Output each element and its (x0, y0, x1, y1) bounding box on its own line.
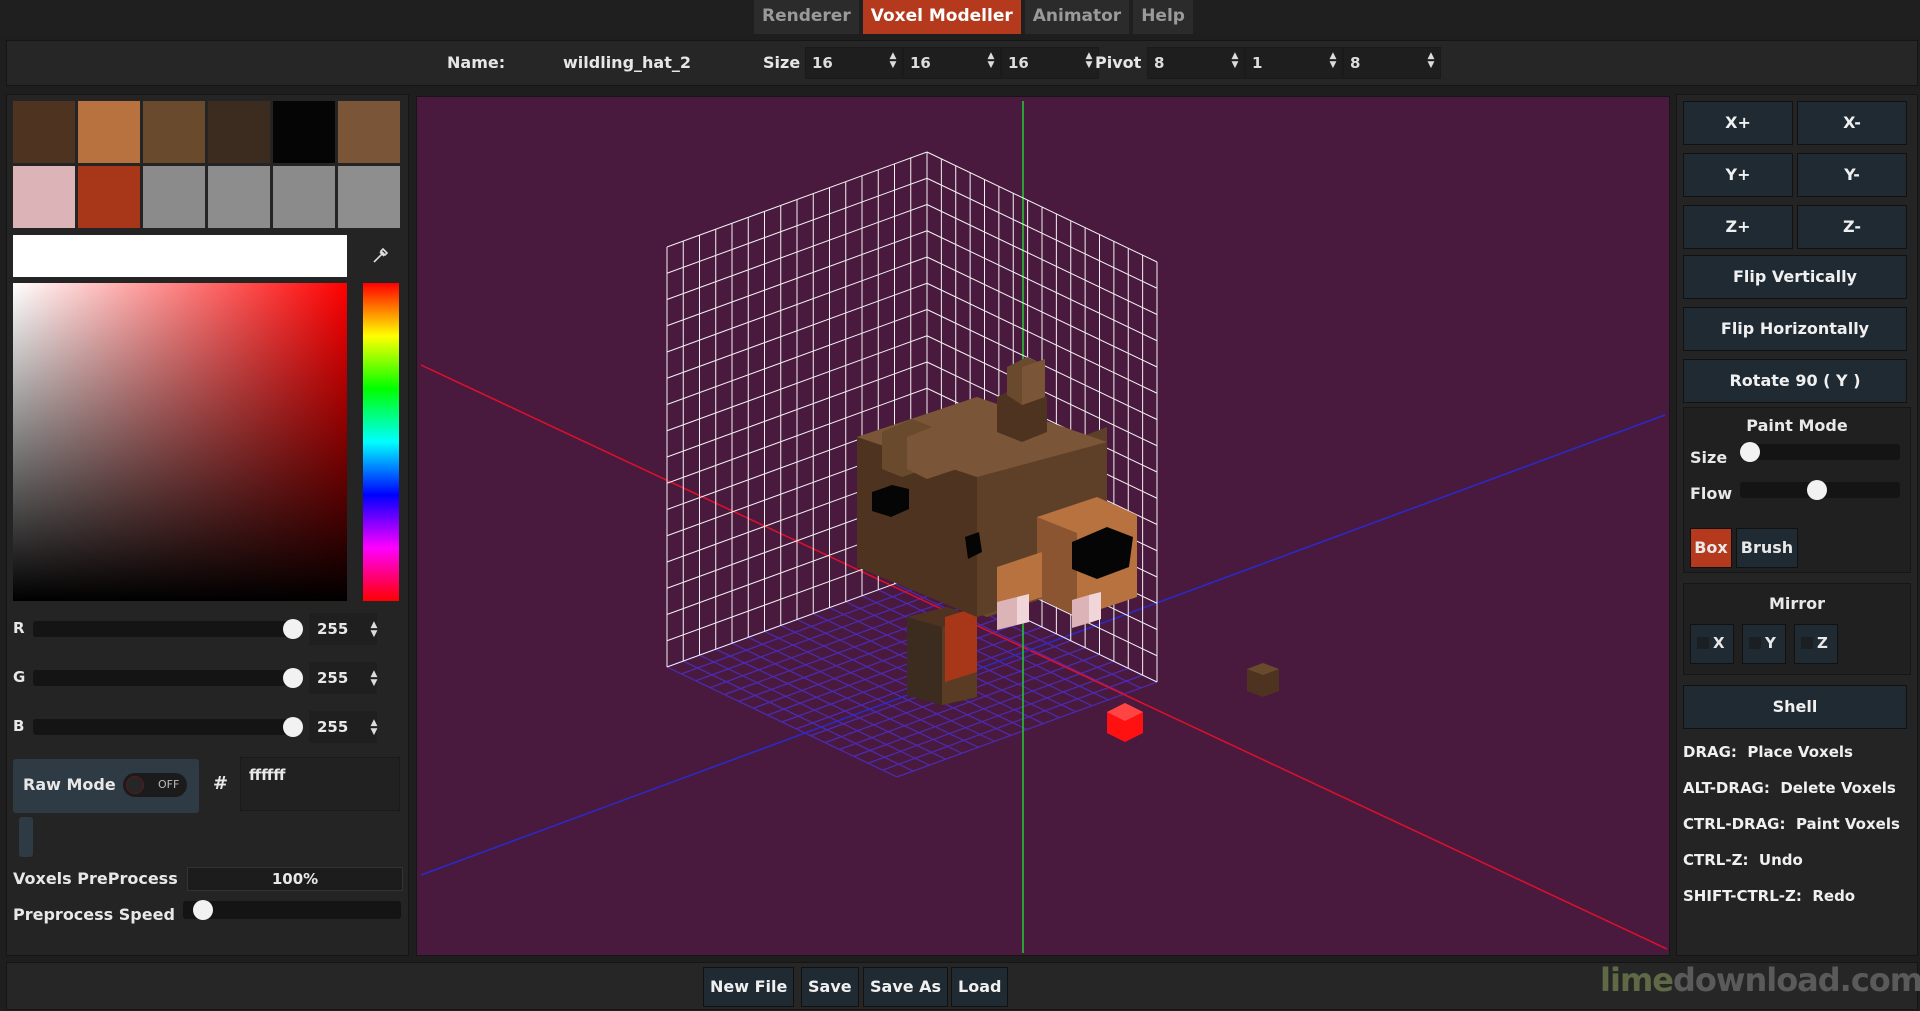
new-file-button[interactable]: New File (703, 967, 795, 1007)
palette-swatch[interactable] (78, 101, 140, 163)
green-label: G (13, 668, 26, 686)
mirror-y-checkbox[interactable]: Y (1742, 624, 1786, 664)
save-button[interactable]: Save (801, 967, 859, 1007)
paint-flow-label: Flow (1690, 484, 1733, 503)
blue-slider[interactable] (33, 717, 303, 737)
palette-swatch[interactable] (208, 166, 270, 228)
blue-value-stepper[interactable]: 255 ▲ ▼ (309, 711, 377, 743)
raw-mode-label: Raw Mode (23, 775, 116, 794)
scroll-handle[interactable] (19, 817, 33, 857)
name-label: Name: (447, 53, 506, 72)
pivot-y-stepper[interactable]: 1 ▲ ▼ (1245, 47, 1343, 79)
hex-hash-label: # (213, 773, 229, 794)
size-z-stepper[interactable]: 16 ▲ ▼ (1001, 47, 1099, 79)
model-properties-bar: Name: wildling_hat_2 Size 16 ▲ ▼ 16 ▲ ▼ 16 ▲ ▼… (6, 40, 1918, 86)
flip-horizontally-button[interactable]: Flip Horizontally (1683, 307, 1907, 351)
current-color-preview (13, 235, 347, 277)
preprocess-speed-slider[interactable] (183, 900, 401, 920)
blue-label: B (13, 717, 25, 735)
load-button[interactable]: Load (951, 967, 1009, 1007)
mode-tabs: Renderer Voxel Modeller Animator Help (754, 0, 1193, 34)
palette-swatch[interactable] (143, 166, 205, 228)
tab-voxel-modeller[interactable]: Voxel Modeller (862, 0, 1021, 34)
hue-slider[interactable] (363, 283, 399, 601)
palette-swatch[interactable] (273, 166, 335, 228)
top-menu-bar: Renderer Voxel Modeller Animator Help (0, 0, 1920, 34)
eyedropper-icon[interactable] (371, 245, 391, 265)
tab-animator[interactable]: Animator (1024, 0, 1130, 34)
paint-flow-knob[interactable] (1807, 480, 1828, 500)
mirror-z-checkbox[interactable]: Z (1794, 624, 1838, 664)
mirror-x-checkbox[interactable]: X (1690, 624, 1734, 664)
tab-renderer[interactable]: Renderer (754, 0, 859, 34)
color-panel: R 255 ▲ ▼ G 255 ▲ ▼ B 255 ▲ ▼ Raw Mode OFF # f… (6, 94, 409, 956)
rotate-90-y-button[interactable]: Rotate 90 ( Y ) (1683, 359, 1907, 403)
palette-swatch[interactable] (13, 101, 75, 163)
hex-color-input[interactable]: ffffff (240, 757, 400, 811)
help-line: SHIFT-CTRL-Z: Redo (1683, 887, 1856, 905)
palette-swatch[interactable] (273, 101, 335, 163)
brush-mode-button[interactable]: Brush (1736, 528, 1798, 568)
help-line: CTRL-DRAG: Paint Voxels (1683, 815, 1900, 833)
green-slider[interactable] (33, 668, 303, 688)
size-x-stepper[interactable]: 16 ▲ ▼ (805, 47, 903, 79)
shift-z-plus-button[interactable]: Z+ (1683, 205, 1793, 249)
raw-mode-toggle[interactable]: OFF (123, 773, 187, 797)
model-name-field[interactable]: wildling_hat_2 (563, 53, 691, 72)
blue-slider-knob[interactable] (283, 717, 303, 737)
size-label: Size (763, 53, 801, 72)
help-line: ALT-DRAG: Delete Voxels (1683, 779, 1896, 797)
voxel-scene[interactable] (417, 97, 1669, 955)
palette-swatch[interactable] (143, 101, 205, 163)
raw-mode-control: Raw Mode OFF (13, 759, 199, 813)
paint-size-label: Size (1690, 448, 1728, 467)
help-line: DRAG: Place Voxels (1683, 743, 1853, 761)
paint-mode-title: Paint Mode (1746, 416, 1848, 435)
pivot-x-stepper[interactable]: 8 ▲ ▼ (1147, 47, 1245, 79)
red-label: R (13, 619, 25, 637)
saturation-value-picker[interactable] (13, 283, 347, 601)
palette-swatch[interactable] (13, 166, 75, 228)
pivot-label: Pivot (1095, 53, 1142, 72)
green-slider-knob[interactable] (283, 668, 303, 688)
tab-help[interactable]: Help (1133, 0, 1193, 34)
watermark: limedownload.com (1600, 961, 1920, 999)
palette-swatch[interactable] (338, 166, 400, 228)
flip-vertically-button[interactable]: Flip Vertically (1683, 255, 1907, 299)
red-slider[interactable] (33, 619, 303, 639)
shift-z-minus-button[interactable]: Z- (1797, 205, 1907, 249)
red-value-stepper[interactable]: 255 ▲ ▼ (309, 613, 377, 645)
shift-y-minus-button[interactable]: Y- (1797, 153, 1907, 197)
palette-swatch[interactable] (338, 101, 400, 163)
size-y-stepper[interactable]: 16 ▲ ▼ (903, 47, 1001, 79)
save-as-button[interactable]: Save As (863, 967, 949, 1007)
voxel-cursor (1107, 703, 1143, 742)
paint-mode-section: Paint Mode Size Flow Box Brush (1683, 407, 1911, 573)
voxels-preprocess-label: Voxels PreProcess (13, 869, 178, 888)
shift-x-plus-button[interactable]: X+ (1683, 101, 1793, 145)
shift-x-minus-button[interactable]: X- (1797, 101, 1907, 145)
shell-button[interactable]: Shell (1683, 685, 1907, 729)
pivot-z-stepper[interactable]: 8 ▲ ▼ (1343, 47, 1441, 79)
paint-size-knob[interactable] (1740, 442, 1760, 462)
green-value-stepper[interactable]: 255 ▲ ▼ (309, 662, 377, 694)
paint-flow-slider[interactable] (1740, 480, 1900, 500)
paint-size-slider[interactable] (1740, 442, 1900, 462)
preprocess-speed-label: Preprocess Speed (13, 905, 175, 924)
help-line: CTRL-Z: Undo (1683, 851, 1803, 869)
mirror-section: Mirror X Y Z (1683, 583, 1911, 675)
shift-y-plus-button[interactable]: Y+ (1683, 153, 1793, 197)
preprocess-speed-knob[interactable] (192, 900, 213, 920)
3d-viewport[interactable] (416, 96, 1670, 956)
palette-swatch[interactable] (208, 101, 270, 163)
palette-swatch[interactable] (78, 166, 140, 228)
red-slider-knob[interactable] (283, 619, 303, 639)
voxels-preprocess-progress: 100% (187, 867, 403, 891)
tools-panel: X+ X- Y+ Y- Z+ Z- Flip Vertically Flip H… (1676, 94, 1918, 956)
box-mode-button[interactable]: Box (1690, 528, 1732, 568)
mirror-title: Mirror (1768, 594, 1826, 613)
